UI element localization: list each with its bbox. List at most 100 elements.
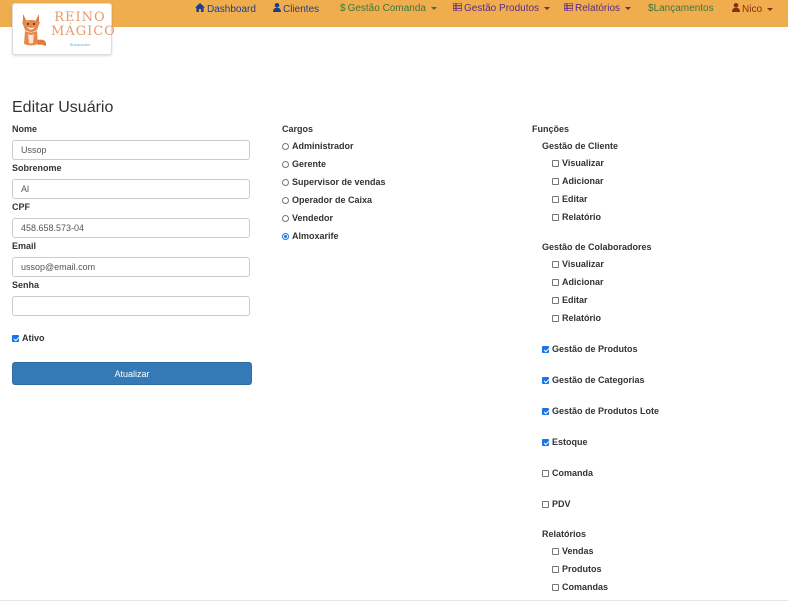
email-input[interactable] xyxy=(12,257,250,277)
checkbox-label: Vendas xyxy=(562,546,594,556)
cargo-option-label: Administrador xyxy=(292,141,354,151)
funcao-estoque[interactable]: Estoque xyxy=(542,437,588,448)
list-icon xyxy=(452,2,463,15)
nav-gestao-produtos[interactable]: Gestão Produtos xyxy=(452,2,551,15)
logo-tagline: Brinquedos xyxy=(69,42,91,47)
cargo-option-gerente[interactable]: Gerente xyxy=(282,159,326,170)
nav-lancamentos-label: Lançamentos xyxy=(653,3,714,14)
gestao-colaboradores-relatorio[interactable]: Relatório xyxy=(552,313,601,324)
nav-dashboard-label: Dashboard xyxy=(207,4,256,15)
radio-button[interactable] xyxy=(282,161,289,168)
relatorios-produtos[interactable]: Produtos xyxy=(552,564,602,575)
nav-user-menu[interactable]: Nico xyxy=(732,3,774,16)
checkbox-label: Visualizar xyxy=(562,158,604,168)
logo[interactable]: REINO MÁGICO Brinquedos xyxy=(12,3,115,55)
checkbox[interactable] xyxy=(552,178,559,185)
gestao-cliente-editar[interactable]: Editar xyxy=(552,194,588,205)
checkbox[interactable] xyxy=(552,315,559,322)
relatorios-vendas[interactable]: Vendas xyxy=(552,546,594,557)
checkbox-label: Adicionar xyxy=(562,277,604,287)
checkbox[interactable] xyxy=(552,261,559,268)
checkbox-label: Adicionar xyxy=(562,176,604,186)
checkbox[interactable] xyxy=(542,408,549,415)
radio-button[interactable] xyxy=(282,143,289,150)
gestao-cliente-visualizar[interactable]: Visualizar xyxy=(552,158,604,169)
user-icon xyxy=(732,3,740,16)
gestao-colaboradores-adicionar[interactable]: Adicionar xyxy=(552,277,604,288)
nav-gestao-comanda[interactable]: $ Gestão Comanda xyxy=(340,3,437,15)
relatorios-comandas[interactable]: Comandas xyxy=(552,582,608,593)
checkbox[interactable] xyxy=(542,470,549,477)
checkbox[interactable] xyxy=(552,297,559,304)
sobrenome-label: Sobrenome xyxy=(12,163,62,173)
nav-lancamentos[interactable]: $Lançamentos xyxy=(648,3,714,15)
funcao-pdv[interactable]: PDV xyxy=(542,499,571,510)
checkbox[interactable] xyxy=(552,584,559,591)
checkbox[interactable] xyxy=(552,548,559,555)
checkbox[interactable] xyxy=(542,439,549,446)
funcoes-label: Funções xyxy=(532,124,570,134)
checkbox[interactable] xyxy=(542,346,549,353)
cargo-option-administrador[interactable]: Administrador xyxy=(282,141,354,152)
funcao-gestao-produtos[interactable]: Gestão de Produtos xyxy=(542,344,638,355)
ativo-checkbox[interactable] xyxy=(12,335,19,342)
list-icon xyxy=(563,2,574,15)
funcao-gestao-categorias[interactable]: Gestão de Categorias xyxy=(542,375,645,386)
radio-button[interactable] xyxy=(282,215,289,222)
top-navbar: Dashboard Clientes $ Gestão Comanda Gestã… xyxy=(0,0,788,27)
page-divider xyxy=(0,600,788,601)
relatorios-label: Relatórios xyxy=(542,529,587,539)
radio-button[interactable] xyxy=(282,197,289,204)
nav-gestao-produtos-label: Gestão Produtos xyxy=(464,3,540,14)
nav-clientes[interactable]: Clientes xyxy=(273,3,319,16)
gestao-colaboradores-editar[interactable]: Editar xyxy=(552,295,588,306)
nav-user-label: Nico xyxy=(742,4,763,15)
atualizar-button[interactable]: Atualizar xyxy=(12,362,252,385)
checkbox[interactable] xyxy=(542,377,549,384)
radio-button[interactable] xyxy=(282,179,289,186)
checkbox-label: Comanda xyxy=(552,468,594,478)
nome-input[interactable] xyxy=(12,140,250,160)
dollar-icon: $ xyxy=(340,3,346,14)
cargo-option-label: Vendedor xyxy=(292,213,334,223)
gestao-cliente-relatorio[interactable]: Relatório xyxy=(552,212,601,223)
checkbox-label: Gestão de Categorias xyxy=(552,375,645,385)
fox-icon xyxy=(22,14,47,46)
checkbox-label: Gestão de Produtos Lote xyxy=(552,406,660,416)
checkbox-label: Visualizar xyxy=(562,259,604,269)
checkbox[interactable] xyxy=(542,501,549,508)
user-icon xyxy=(273,3,281,16)
gestao-cliente-adicionar[interactable]: Adicionar xyxy=(552,176,604,187)
nav-relatorios[interactable]: Relatórios xyxy=(563,2,632,15)
gestao-colaboradores-visualizar[interactable]: Visualizar xyxy=(552,259,604,270)
cargo-option-operador-caixa[interactable]: Operador de Caixa xyxy=(282,195,372,206)
funcao-comanda[interactable]: Comanda xyxy=(542,468,593,479)
nav-clientes-label: Clientes xyxy=(283,4,320,15)
checkbox[interactable] xyxy=(552,214,559,221)
checkbox[interactable] xyxy=(552,160,559,167)
checkbox[interactable] xyxy=(552,566,559,573)
caret-down-icon xyxy=(544,6,551,10)
checkbox-label: Gestão de Produtos xyxy=(552,344,638,354)
funcao-gestao-produtos-lote[interactable]: Gestão de Produtos Lote xyxy=(542,406,659,417)
checkbox[interactable] xyxy=(552,196,559,203)
ativo-checkbox-row[interactable]: Ativo xyxy=(12,333,45,344)
sobrenome-input[interactable] xyxy=(12,179,250,199)
nav-dashboard[interactable]: Dashboard xyxy=(195,3,256,16)
logo-line1: REINO xyxy=(54,10,106,25)
cpf-input[interactable] xyxy=(12,218,250,238)
radio-button[interactable] xyxy=(282,233,289,240)
nav-gestao-comanda-label: Gestão Comanda xyxy=(347,3,426,14)
checkbox-label: Editar xyxy=(562,295,588,305)
senha-label: Senha xyxy=(12,280,40,290)
checkbox[interactable] xyxy=(552,279,559,286)
cargo-option-supervisor[interactable]: Supervisor de vendas xyxy=(282,177,386,188)
senha-input[interactable] xyxy=(12,296,250,316)
cargos-label: Cargos xyxy=(282,124,314,134)
caret-down-icon xyxy=(625,6,632,10)
cargo-option-label: Supervisor de vendas xyxy=(292,177,386,187)
cargo-option-vendedor[interactable]: Vendedor xyxy=(282,213,333,224)
page-title: Editar Usuário xyxy=(12,99,114,116)
cargo-option-almoxarife[interactable]: Almoxarife xyxy=(282,231,339,242)
caret-down-icon xyxy=(430,6,437,10)
